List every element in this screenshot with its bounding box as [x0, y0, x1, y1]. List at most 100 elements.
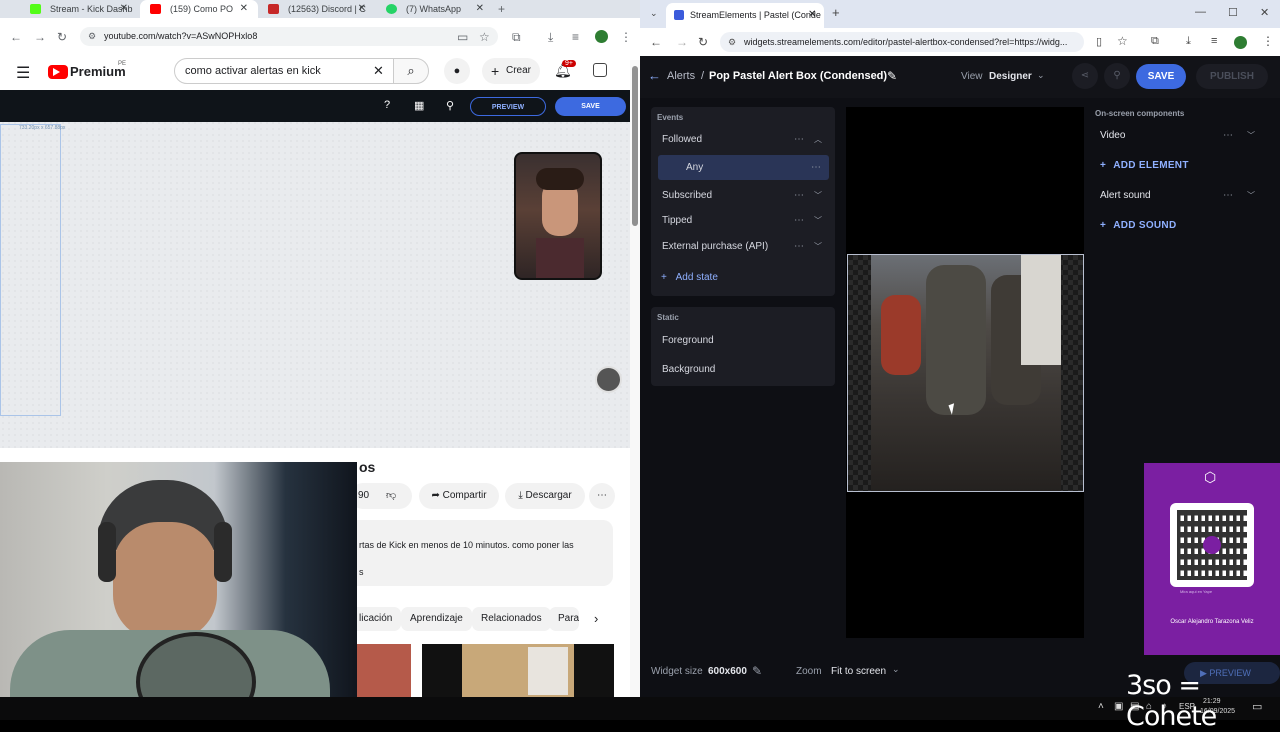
component-video[interactable]: Video ⋯ ﹀: [1095, 125, 1267, 147]
view-select[interactable]: Designer: [989, 71, 1032, 82]
media-icon[interactable]: ≡: [572, 30, 579, 44]
close-icon[interactable]: ✕: [358, 0, 366, 18]
chip-relacionados[interactable]: Relacionados: [472, 607, 551, 631]
tray-icon[interactable]: ▣: [1114, 701, 1123, 712]
page-icon[interactable]: ▯: [1096, 35, 1102, 48]
profile-avatar[interactable]: [595, 30, 608, 43]
close-icon[interactable]: ✕: [808, 3, 816, 27]
tab-kick[interactable]: Stream - Kick Dashb ✕: [20, 0, 138, 18]
site-info-icon[interactable]: ⚙: [728, 32, 736, 52]
chevron-down-icon[interactable]: ﹀: [814, 183, 822, 208]
chevron-right-icon[interactable]: ›: [594, 611, 598, 626]
clear-search-icon[interactable]: ✕: [373, 59, 384, 83]
static-foreground[interactable]: Foreground: [656, 328, 832, 353]
like-dislike-group[interactable]: 90 👎︎: [350, 483, 412, 509]
forward-icon[interactable]: →: [676, 35, 688, 49]
back-icon[interactable]: ←: [650, 35, 662, 49]
share-icon[interactable]: ⋖: [1072, 63, 1098, 89]
menu-icon[interactable]: ⋮: [620, 30, 632, 44]
static-background[interactable]: Background: [656, 357, 832, 382]
layout-icon[interactable]: ▦: [414, 99, 424, 112]
chip-aplicacion[interactable]: licación: [350, 607, 402, 631]
close-icon[interactable]: ✕: [120, 0, 128, 18]
more-icon[interactable]: ⋯: [811, 155, 821, 180]
add-state-button[interactable]: + Add state: [661, 272, 718, 283]
more-icon[interactable]: ⋯: [794, 183, 804, 208]
chip-aprendizaje[interactable]: Aprendizaje: [401, 607, 472, 631]
video-element[interactable]: [847, 254, 1084, 492]
related-thumbnail[interactable]: [357, 644, 411, 697]
tab-whatsapp[interactable]: (7) WhatsApp ✕: [376, 0, 494, 18]
scrollbar-thumb[interactable]: [632, 66, 638, 226]
extensions-icon[interactable]: ⧉: [1151, 35, 1159, 48]
tab-list-icon[interactable]: ⌄: [650, 8, 658, 19]
close-icon[interactable]: ✕: [476, 0, 484, 18]
media-icon[interactable]: ≡: [1211, 35, 1217, 47]
close-icon[interactable]: ✕: [240, 0, 248, 18]
chevron-down-icon[interactable]: ﹀: [814, 208, 822, 233]
site-info-icon[interactable]: ⚙: [88, 27, 96, 46]
voice-search-button[interactable]: ●: [444, 58, 470, 84]
reload-icon[interactable]: ↻: [57, 30, 67, 44]
chevron-down-icon[interactable]: ⌄: [892, 664, 900, 675]
new-tab-icon[interactable]: +: [832, 5, 840, 20]
share-button[interactable]: ➦ Compartir: [419, 483, 499, 509]
extensions-icon[interactable]: ⧉: [512, 30, 521, 45]
edit-title-icon[interactable]: ✎: [887, 69, 897, 83]
video-player[interactable]: ? ▦ ⚲ PREVIEW SAVE 733.20px x 657.88px: [0, 90, 630, 448]
description-box[interactable]: rtas de Kick en menos de 10 minutos. com…: [345, 520, 613, 586]
state-any[interactable]: Any ⋯: [658, 155, 829, 180]
chevron-up-icon[interactable]: ︿: [814, 127, 822, 152]
tab-discord[interactable]: (12563) Discord | C ✕: [258, 0, 376, 18]
breadcrumb-alerts[interactable]: Alerts: [667, 70, 695, 82]
link-icon[interactable]: ⚲: [446, 99, 454, 112]
minimize-icon[interactable]: —: [1195, 6, 1206, 18]
forward-icon[interactable]: →: [34, 30, 46, 44]
chip-para[interactable]: Para: [549, 607, 579, 631]
link-icon[interactable]: ⚲: [1104, 63, 1130, 89]
chevron-down-icon[interactable]: ﹀: [814, 234, 822, 259]
zoom-select[interactable]: Fit to screen: [831, 666, 886, 677]
chevron-down-icon[interactable]: ﹀: [1247, 185, 1255, 207]
event-subscribed[interactable]: Subscribed ⋯ ﹀: [656, 183, 832, 208]
chevron-down-icon[interactable]: ⌄: [1037, 70, 1045, 81]
related-thumbnail[interactable]: [422, 644, 614, 697]
channel-avatar[interactable]: [595, 366, 622, 393]
more-icon[interactable]: ⋯: [794, 234, 804, 259]
save-button[interactable]: SAVE: [1136, 64, 1186, 89]
reload-icon[interactable]: ↻: [698, 35, 708, 49]
help-icon[interactable]: ?: [384, 99, 390, 111]
more-icon[interactable]: ⋯: [1223, 125, 1233, 147]
preview-button[interactable]: PREVIEW: [470, 97, 546, 116]
maximize-icon[interactable]: ☐: [1228, 6, 1238, 19]
event-tipped[interactable]: Tipped ⋯ ﹀: [656, 208, 832, 233]
chevron-up-icon[interactable]: ˄: [1098, 701, 1104, 712]
create-button[interactable]: + Crear: [482, 58, 540, 84]
edit-size-icon[interactable]: ✎: [752, 664, 762, 678]
more-icon[interactable]: ⋯: [794, 127, 804, 152]
add-element-button[interactable]: + ADD ELEMENT: [1100, 160, 1189, 171]
publish-button[interactable]: PUBLISH: [1196, 64, 1268, 89]
back-icon[interactable]: ←: [10, 30, 22, 44]
back-arrow-icon[interactable]: ←: [648, 68, 661, 83]
dislike-icon[interactable]: 👎︎: [386, 483, 396, 509]
bookmark-icon[interactable]: ☆: [479, 30, 490, 44]
search-button[interactable]: ⌕: [393, 58, 429, 84]
component-alert-sound[interactable]: Alert sound ⋯ ﹀: [1095, 185, 1267, 207]
profile-avatar[interactable]: [1234, 36, 1247, 49]
cast-icon[interactable]: ▭: [457, 30, 468, 44]
download-button[interactable]: ⤓ Descargar: [505, 483, 585, 509]
chevron-down-icon[interactable]: ﹀: [1247, 125, 1255, 147]
menu-icon[interactable]: ⋮: [1262, 34, 1274, 48]
download-icon[interactable]: ⤓: [548, 30, 553, 45]
address-bar[interactable]: ⚙ widgets.streamelements.com/editor/past…: [720, 32, 1084, 52]
scrollbar[interactable]: [630, 60, 640, 697]
add-sound-button[interactable]: + ADD SOUND: [1100, 220, 1176, 231]
account-avatar[interactable]: [593, 63, 607, 77]
search-input[interactable]: como activar alertas en kick ✕: [174, 58, 394, 84]
close-window-icon[interactable]: ✕: [1260, 6, 1269, 19]
save-button[interactable]: SAVE: [555, 97, 626, 116]
download-icon[interactable]: ⤓: [1186, 35, 1191, 48]
hamburger-icon[interactable]: ☰: [16, 63, 30, 83]
more-actions-button[interactable]: ⋯: [589, 483, 615, 509]
